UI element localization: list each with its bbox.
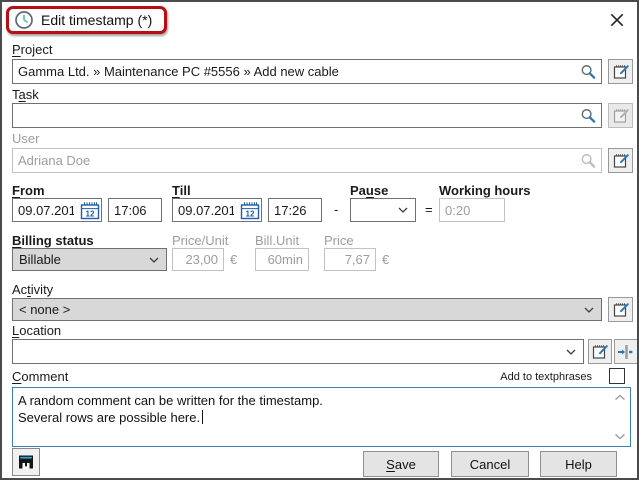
clock-icon (14, 10, 34, 30)
till-time-field[interactable] (268, 198, 322, 222)
from-label: From (12, 183, 45, 198)
comment-line: A random comment can be written for the … (18, 392, 610, 409)
chevron-down-icon (149, 257, 159, 263)
title-highlight-annotation: Edit timestamp (*) (6, 6, 167, 34)
price-unit-currency: € (230, 252, 237, 267)
quick-save-button[interactable] (12, 448, 40, 476)
floppy-disk-icon (17, 453, 35, 471)
price-input (325, 249, 375, 270)
help-button[interactable]: Help (540, 451, 617, 477)
till-date-picker-button[interactable] (239, 200, 260, 220)
price-unit-input (173, 249, 223, 270)
location-insert-button[interactable] (614, 339, 638, 364)
project-edit-button[interactable] (608, 59, 633, 84)
task-label: Task (12, 87, 39, 102)
comment-textarea[interactable]: A random comment can be written for the … (12, 387, 631, 447)
dialog-title: Edit timestamp (*) (41, 12, 152, 28)
user-label: User (12, 131, 39, 146)
chevron-down-icon (584, 307, 594, 313)
pause-label: Pause (350, 183, 388, 198)
user-edit-button[interactable] (608, 148, 633, 173)
project-label: Project (12, 42, 52, 57)
working-hours-label: Working hours (439, 183, 530, 198)
equals-sign: = (425, 202, 433, 217)
task-edit-button (608, 103, 633, 128)
user-field (12, 148, 602, 173)
activity-value: < none > (19, 302, 70, 317)
edit-icon (612, 107, 630, 125)
text-cursor (202, 410, 203, 424)
price-label: Price (324, 233, 354, 248)
calendar-icon (240, 201, 260, 220)
price-field (324, 248, 376, 271)
till-time-input[interactable] (269, 199, 321, 221)
from-time-field[interactable] (108, 198, 162, 222)
from-date-field[interactable] (12, 198, 102, 222)
chevron-down-icon (398, 207, 408, 213)
price-unit-label: Price/Unit (172, 233, 228, 248)
till-label: Till (172, 183, 191, 198)
user-input (13, 149, 577, 172)
edit-icon (612, 301, 630, 319)
location-label: Location (12, 323, 61, 338)
minus-sign: - (334, 202, 338, 217)
project-field[interactable] (12, 59, 602, 84)
location-combobox[interactable] (12, 339, 584, 364)
project-input[interactable] (13, 60, 577, 83)
task-input[interactable] (13, 104, 577, 127)
scroll-up-icon[interactable] (614, 394, 626, 401)
bill-unit-field (255, 248, 309, 271)
search-icon[interactable] (580, 63, 597, 80)
edit-icon (612, 63, 630, 81)
billing-status-value: Billable (19, 252, 61, 267)
add-to-textphrases-checkbox[interactable] (609, 368, 625, 384)
till-date-input[interactable] (173, 199, 239, 221)
pause-combobox[interactable] (350, 198, 416, 222)
edit-icon (591, 343, 609, 361)
price-currency: € (382, 252, 389, 267)
till-date-field[interactable] (172, 198, 262, 222)
billing-status-combobox[interactable]: Billable (12, 248, 167, 271)
comment-line: Several rows are possible here. (18, 409, 610, 426)
close-icon[interactable] (609, 12, 625, 28)
scroll-down-icon[interactable] (614, 433, 626, 440)
from-date-input[interactable] (13, 199, 79, 221)
location-edit-button[interactable] (588, 339, 612, 364)
comment-label: Comment (12, 369, 68, 384)
save-button[interactable]: Save (363, 451, 439, 477)
edit-timestamp-dialog: Edit timestamp (*) Project Task User Fro… (0, 0, 639, 480)
bill-unit-label: Bill.Unit (255, 233, 299, 248)
add-to-textphrases-label: Add to textphrases (442, 371, 592, 383)
working-hours-field (439, 198, 505, 222)
activity-edit-button[interactable] (608, 297, 633, 322)
from-date-picker-button[interactable] (79, 200, 100, 220)
edit-icon (612, 152, 630, 170)
arrow-into-bar-icon (617, 343, 635, 361)
activity-label: Activity (12, 282, 53, 297)
bill-unit-input (256, 249, 308, 270)
working-hours-input (440, 199, 504, 221)
calendar-icon (80, 201, 100, 220)
task-field[interactable] (12, 103, 602, 128)
search-icon[interactable] (580, 107, 597, 124)
billing-status-label: Billing status (12, 233, 94, 248)
activity-combobox[interactable]: < none > (12, 298, 602, 321)
from-time-input[interactable] (109, 199, 161, 221)
price-unit-field (172, 248, 224, 271)
chevron-down-icon (566, 349, 576, 355)
search-icon (580, 152, 597, 169)
cancel-button[interactable]: Cancel (451, 451, 529, 477)
